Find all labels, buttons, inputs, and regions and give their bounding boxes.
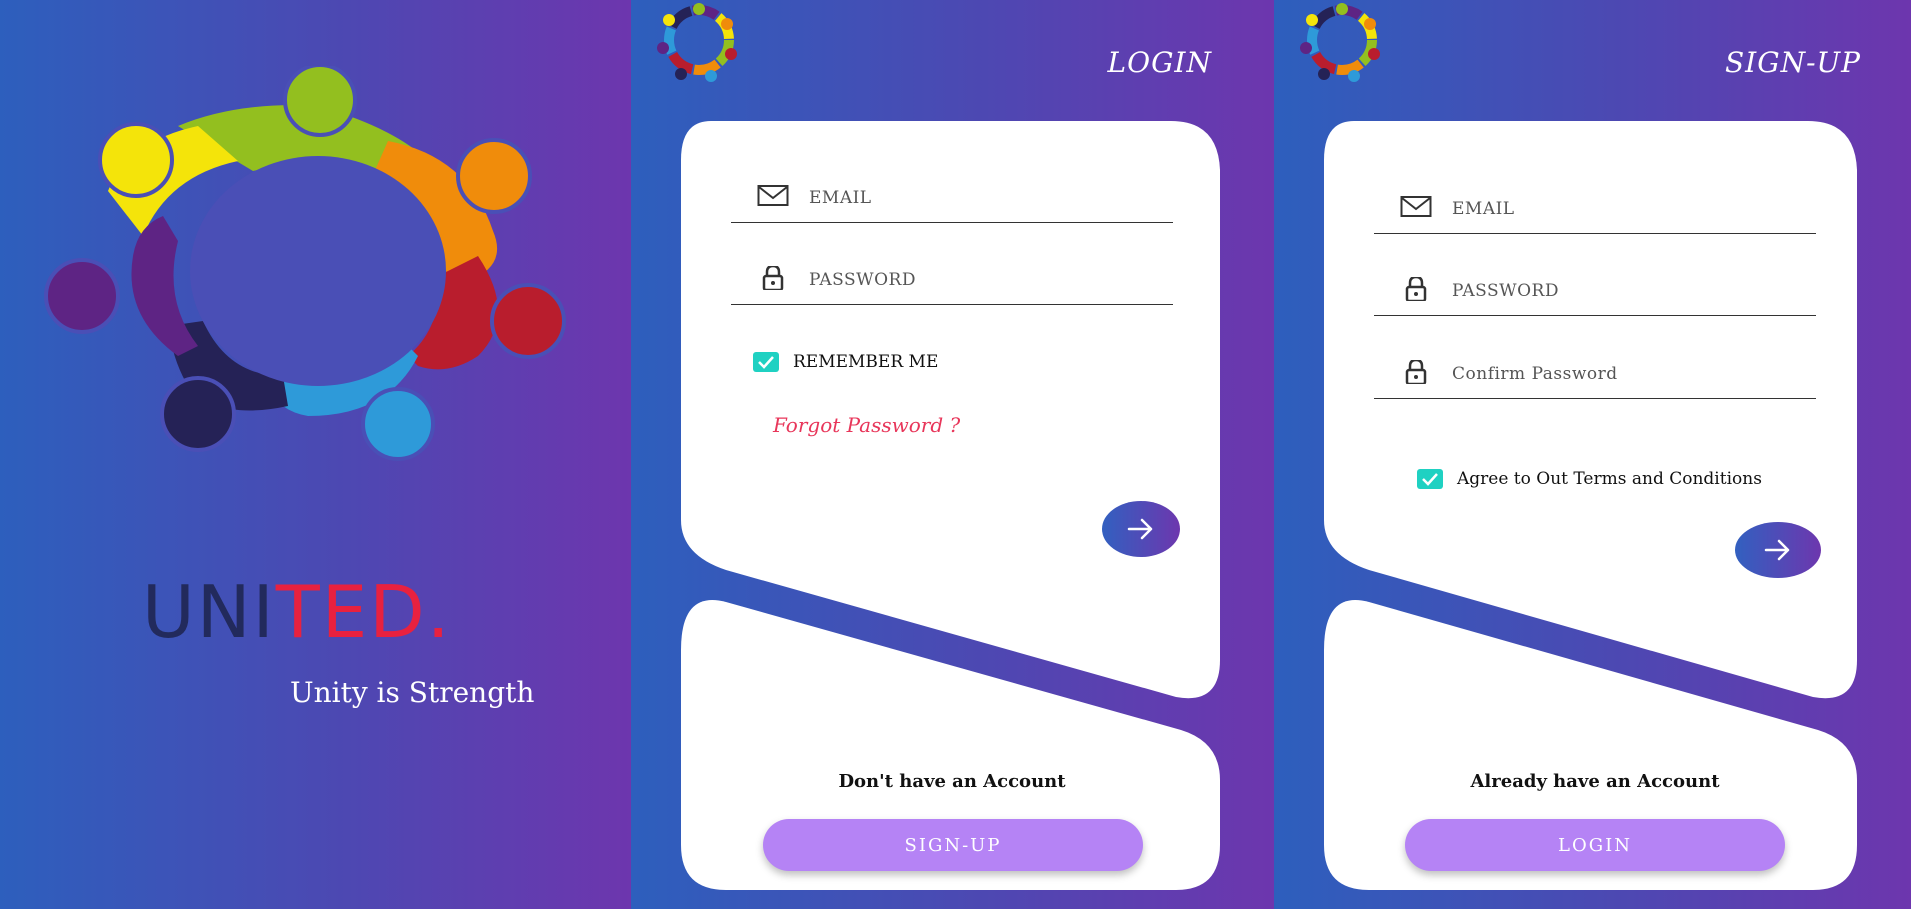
lock-icon [1405,277,1427,301]
people-circle-logo [44,66,566,461]
confirm-password-placeholder: Confirm Password [1452,364,1618,384]
signup-screen: SIGN-UP EMAIL PASSWORD Confirm Password [1274,0,1911,909]
remember-me-checkbox[interactable]: REMEMBER ME [753,352,938,372]
email-field[interactable]: EMAIL [731,166,1173,223]
checkmark-icon[interactable] [1417,469,1443,489]
password-field[interactable]: PASSWORD [1374,259,1816,316]
brand-part-2: TED. [275,570,452,654]
lock-icon [762,266,784,290]
arrow-right-icon [1127,518,1153,540]
login-button[interactable]: LOGIN [1405,819,1785,871]
login-submit-button[interactable] [1102,501,1180,557]
remember-me-label: REMEMBER ME [793,352,939,372]
mail-icon [1400,196,1432,217]
login-screen: LOGIN EMAIL PASSWORD REMEMBER ME Forgot … [631,0,1274,909]
brand-name: UNITED. [142,570,452,654]
lock-icon [1405,360,1427,384]
terms-checkbox[interactable]: Agree to Out Terms and Conditions [1417,469,1762,489]
forgot-password-link[interactable]: Forgot Password ? [773,413,960,437]
password-placeholder: PASSWORD [1452,281,1559,301]
password-field[interactable]: PASSWORD [731,248,1173,305]
password-placeholder: PASSWORD [809,270,916,290]
tagline: Unity is Strength [290,676,535,709]
login-prompt: Already have an Account [1470,771,1720,792]
signup-submit-button[interactable] [1735,522,1821,578]
brand-part-1: UNI [142,570,276,654]
arrow-right-icon [1764,539,1790,561]
terms-label: Agree to Out Terms and Conditions [1457,469,1762,489]
checkmark-icon[interactable] [753,352,779,372]
email-placeholder: EMAIL [809,188,872,208]
confirm-password-field[interactable]: Confirm Password [1374,342,1816,399]
email-placeholder: EMAIL [1452,199,1515,219]
email-field[interactable]: EMAIL [1374,177,1816,234]
signup-prompt: Don't have an Account [838,771,1066,792]
signup-button[interactable]: SIGN-UP [763,819,1143,871]
splash-screen: UNITED. Unity is Strength [0,0,631,909]
mail-icon [757,185,789,206]
